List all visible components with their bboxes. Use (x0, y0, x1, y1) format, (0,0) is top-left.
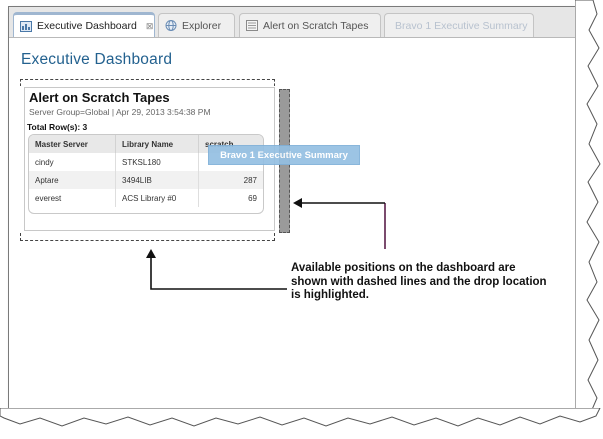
arrow-head-bottom (146, 249, 156, 258)
callout-text: Available positions on the dashboard are… (291, 262, 547, 301)
arrow-line-bottom (150, 257, 287, 290)
arrow-head-right (293, 198, 302, 208)
callout-arrows (146, 198, 386, 290)
torn-edge-bottom (0, 408, 601, 427)
app-window: Executive Dashboard ⊠ Explorer Alert on … (8, 6, 577, 412)
torn-edge-right (575, 0, 601, 413)
